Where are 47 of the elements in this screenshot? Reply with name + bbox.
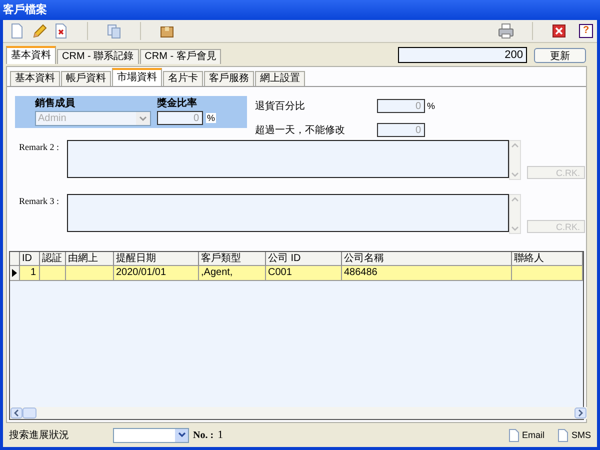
unit-label: % — [427, 101, 436, 111]
delete-document-icon[interactable] — [53, 23, 69, 39]
remark-label: Remark 2 : — [19, 141, 60, 152]
table-cell: 486486 — [342, 266, 512, 281]
tab[interactable]: 帳戶資料 — [61, 71, 111, 86]
document-icon — [508, 428, 519, 442]
tab[interactable]: 客戶服務 — [204, 71, 254, 86]
field-label: 銷售成員 — [35, 96, 76, 110]
horizontal-scrollbar-drawing[interactable] — [10, 407, 587, 419]
new-document-icon[interactable] — [9, 23, 25, 39]
tab[interactable]: 基本資料 — [10, 71, 60, 86]
link[interactable]: Email — [522, 430, 544, 440]
tab[interactable]: 名片卡 — [163, 71, 203, 86]
field-label: 超過一天，不能修改 — [255, 124, 346, 137]
table-row[interactable]: 1 2020/01/01 ,Agent, C001 486486 — [10, 266, 583, 281]
remark-textarea[interactable] — [67, 194, 509, 232]
tab[interactable]: CRM - 客戶會見 — [140, 49, 222, 64]
field-label: 獎金比率 — [157, 96, 198, 110]
unit-label: % — [206, 113, 216, 123]
window-title: 客戶檔案 — [0, 0, 600, 20]
table-cell: ,Agent, — [199, 266, 266, 281]
search-label: 搜索進展狀況 — [9, 428, 70, 442]
table-cell: 1 — [20, 266, 40, 281]
table-cell: 2020/01/01 — [114, 266, 199, 281]
remark-textarea[interactable] — [67, 140, 509, 178]
tab[interactable]: 網上設置 — [255, 71, 305, 86]
status-dropdown[interactable] — [113, 428, 189, 442]
number-label: No. : — [193, 430, 214, 440]
link[interactable]: SMS — [571, 430, 591, 440]
number-value: 1 — [218, 429, 224, 441]
pencil-icon[interactable] — [31, 23, 47, 39]
help-button[interactable]: ? — [579, 24, 593, 38]
refresh-button[interactable]: 更新 — [534, 48, 586, 63]
close-icon[interactable] — [552, 24, 566, 38]
document-icon — [558, 428, 568, 442]
tab[interactable]: CRM - 聯系記錄 — [57, 49, 139, 64]
field-label: 退貨百分比 — [255, 100, 306, 113]
remark-label: Remark 3 : — [19, 195, 60, 206]
table-cell: C001 — [266, 266, 342, 281]
scrollbar-drawing — [509, 140, 521, 180]
printer-icon[interactable] — [498, 23, 514, 39]
tab[interactable]: 市場資料 — [112, 68, 162, 86]
number-field[interactable]: 200 — [398, 47, 527, 63]
scrollbar-drawing — [509, 194, 521, 234]
row-pointer-icon — [12, 269, 17, 277]
copy-icon[interactable] — [106, 23, 122, 39]
tab[interactable]: 基本資料 — [6, 46, 56, 64]
